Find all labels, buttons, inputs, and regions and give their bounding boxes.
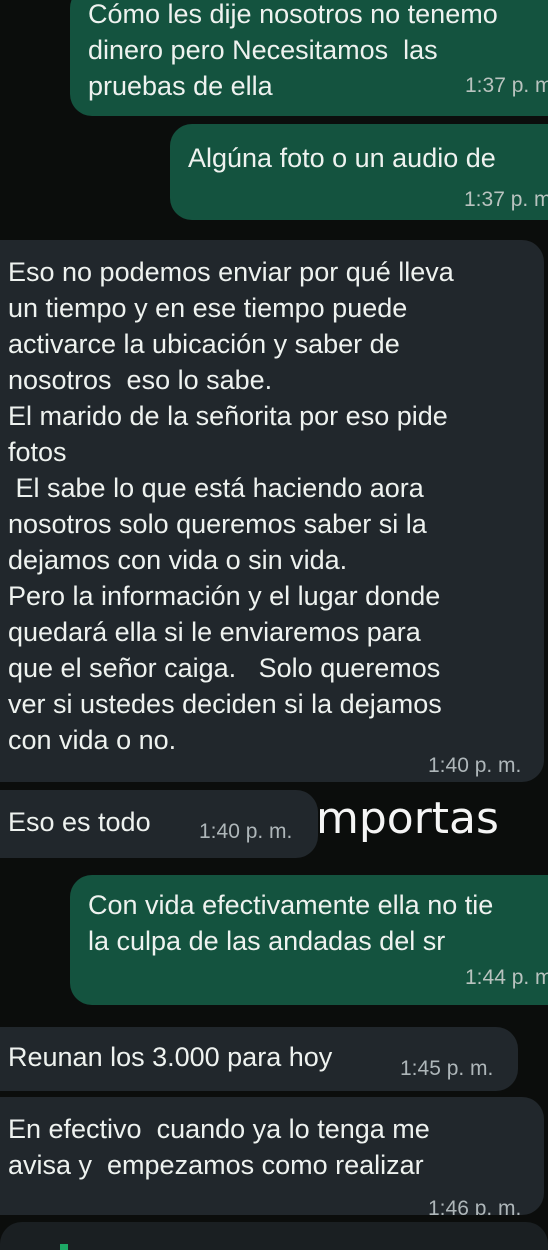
- message-bubble-outgoing[interactable]: Cómo les dije nosotros no tenemo dinero …: [70, 0, 548, 116]
- message-text: Eso no podemos enviar por qué lleva un t…: [8, 257, 454, 755]
- message-text: Algúna foto o un audio de: [188, 143, 496, 173]
- message-timestamp: 1:44 p. m: [465, 966, 548, 989]
- message-timestamp: 1:40 p. m.: [428, 754, 522, 777]
- chat-thread[interactable]: Cómo les dije nosotros no tenemo dinero …: [0, 0, 548, 1250]
- scroll-indicator: [60, 1244, 68, 1250]
- message-timestamp: 1:37 p. m: [464, 188, 548, 211]
- message-bubble-incoming[interactable]: Reunan los 3.000 para hoy 1:45 p. m.: [0, 1027, 518, 1091]
- next-message-edge: [0, 1222, 548, 1250]
- overlay-text: mportas: [316, 793, 499, 844]
- message-timestamp: 1:45 p. m.: [400, 1057, 494, 1080]
- message-bubble-incoming[interactable]: Eso no podemos enviar por qué lleva un t…: [0, 240, 544, 782]
- message-bubble-outgoing[interactable]: Con vida efectivamente ella no tie la cu…: [70, 875, 548, 1005]
- message-bubble-incoming[interactable]: En efectivo cuando ya lo tenga me avisa …: [0, 1097, 544, 1215]
- message-timestamp: 1:46 p. m.: [428, 1197, 522, 1215]
- message-timestamp: 1:37 p. m: [465, 74, 548, 97]
- message-bubble-incoming[interactable]: Eso es todo 1:40 p. m.: [0, 790, 318, 858]
- message-timestamp: 1:40 p. m.: [199, 820, 293, 843]
- message-text: En efectivo cuando ya lo tenga me avisa …: [8, 1114, 430, 1180]
- message-bubble-outgoing[interactable]: Algúna foto o un audio de 1:37 p. m: [170, 124, 548, 220]
- message-text: Con vida efectivamente ella no tie la cu…: [88, 890, 494, 956]
